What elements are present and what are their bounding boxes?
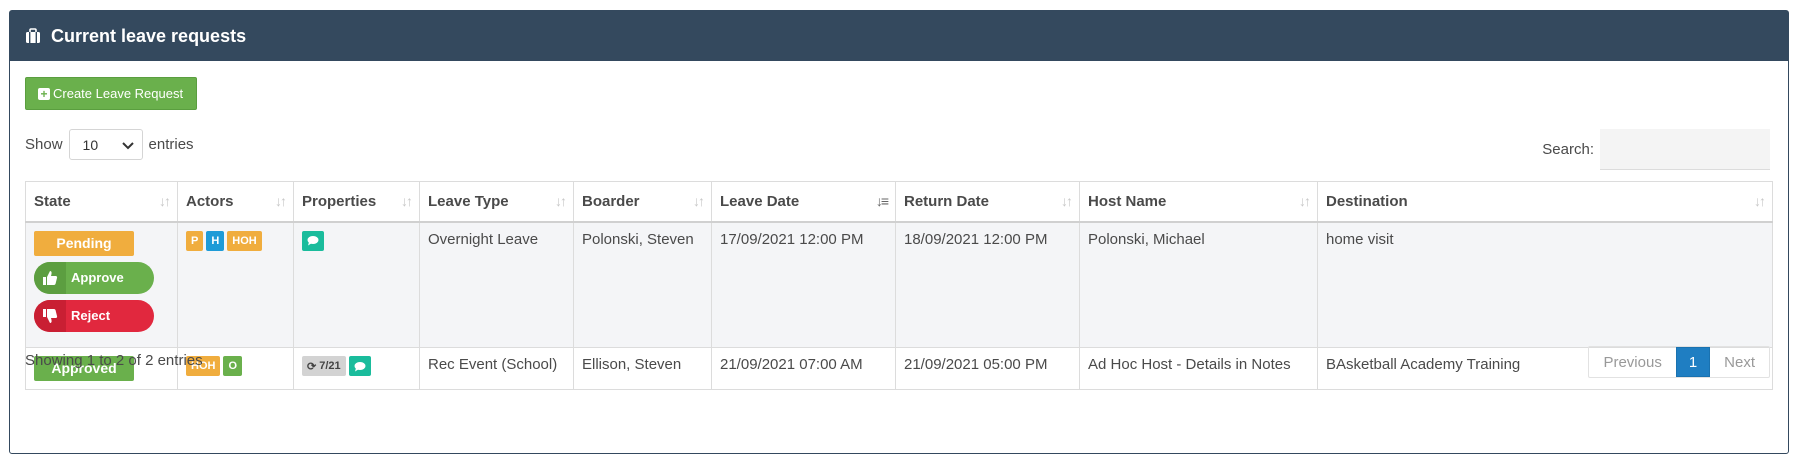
create-leave-request-label: Create Leave Request [53, 86, 184, 101]
leave-type-cell: Overnight Leave [419, 221, 574, 348]
chevron-down-icon [121, 137, 134, 153]
return-date-cell: 18/09/2021 12:00 PM [895, 221, 1080, 348]
sort-descending-icon: ↓≡ [875, 193, 889, 209]
actor-tag: P [186, 230, 204, 251]
boarder-cell: Ellison, Steven [573, 347, 712, 390]
actor-tag: H [206, 230, 225, 251]
page-length-value: 10 [82, 136, 99, 153]
state-cell: Pending Approve Reject [25, 221, 178, 348]
sort-icon: ↓↑ [159, 193, 171, 209]
host-name-cell: Ad Hoc Host - Details in Notes [1079, 347, 1318, 390]
table-row: Approved HOH O ⟳ 7/21 Rec Event (School) … [25, 347, 1773, 390]
column-header-actors[interactable]: Actors ↓↑ [177, 181, 294, 223]
destination-cell: home visit [1317, 221, 1773, 348]
status-badge: Pending [34, 230, 134, 256]
approve-button[interactable]: Approve [34, 261, 154, 294]
leave-requests-panel: Current leave requests + Create Leave Re… [9, 10, 1789, 454]
actors-cell: P H HOH [177, 221, 294, 348]
column-header-leave-type[interactable]: Leave Type ↓↑ [419, 181, 574, 223]
properties-cell: ⟳ 7/21 [293, 347, 420, 390]
table-header-row: State ↓↑ Actors ↓↑ Properties ↓↑ Leave Type… [25, 181, 1773, 223]
page-1-button[interactable]: 1 [1675, 347, 1711, 377]
column-header-return-date[interactable]: Return Date ↓↑ [895, 181, 1080, 223]
pagination: Previous 1 Next [1588, 346, 1770, 378]
leave-date-cell: 21/09/2021 07:00 AM [711, 347, 896, 390]
sort-icon: ↓↑ [1754, 193, 1766, 209]
leave-date-cell: 17/09/2021 12:00 PM [711, 221, 896, 348]
actor-tag: O [223, 356, 243, 376]
refresh-icon: ⟳ [307, 360, 317, 373]
column-header-destination[interactable]: Destination ↓↑ [1317, 181, 1773, 223]
actor-tag: HOH [227, 230, 262, 251]
table-row: Pending Approve Reject P H HOH Overnight… [25, 221, 1773, 348]
next-page-button[interactable]: Next [1710, 347, 1769, 377]
return-date-cell: 21/09/2021 05:00 PM [895, 347, 1080, 390]
previous-page-button[interactable]: Previous [1589, 347, 1675, 377]
create-leave-request-button[interactable]: + Create Leave Request [25, 77, 198, 110]
sort-icon: ↓↑ [275, 193, 287, 209]
sort-icon: ↓↑ [555, 193, 567, 209]
reject-button[interactable]: Reject [34, 299, 154, 332]
search-control: Search: [1542, 129, 1770, 170]
column-header-boarder[interactable]: Boarder ↓↑ [573, 181, 712, 223]
column-header-properties[interactable]: Properties ↓↑ [293, 181, 420, 223]
sort-icon: ↓↑ [1061, 193, 1073, 209]
comment-icon[interactable] [348, 356, 371, 376]
page-length-control: Show 10 entries [25, 129, 194, 160]
column-header-leave-date[interactable]: Leave Date ↓≡ [711, 181, 896, 223]
leave-type-cell: Rec Event (School) [419, 347, 574, 390]
page-length-select[interactable]: 10 [68, 129, 143, 160]
properties-cell [293, 221, 420, 348]
comment-icon[interactable] [302, 230, 324, 251]
host-name-cell: Polonski, Michael [1079, 221, 1318, 348]
table-info: Showing 1 to 2 of 2 entries [25, 352, 203, 369]
search-label: Search: [1542, 141, 1594, 158]
column-header-state[interactable]: State ↓↑ [25, 181, 178, 223]
sort-icon: ↓↑ [1299, 193, 1311, 209]
panel-header: Current leave requests [10, 11, 1788, 61]
approve-label: Approve [71, 270, 124, 285]
show-label: Show [25, 136, 63, 153]
boarder-cell: Polonski, Steven [573, 221, 712, 348]
recurrence-count: 7/21 [319, 360, 341, 372]
thumbs-down-icon [34, 299, 66, 332]
column-header-host-name[interactable]: Host Name ↓↑ [1079, 181, 1318, 223]
plus-square-icon: + [38, 87, 50, 100]
sort-icon: ↓↑ [401, 193, 413, 209]
search-input[interactable] [1600, 129, 1770, 170]
leave-requests-table: State ↓↑ Actors ↓↑ Properties ↓↑ Leave Type… [25, 181, 1773, 390]
entries-label: entries [148, 136, 194, 153]
sort-icon: ↓↑ [693, 193, 705, 209]
recurrence-badge: ⟳ 7/21 [302, 356, 346, 376]
thumbs-up-icon [34, 261, 66, 294]
reject-label: Reject [71, 308, 111, 323]
panel-title: Current leave requests [51, 25, 247, 46]
briefcase-icon [25, 28, 41, 44]
